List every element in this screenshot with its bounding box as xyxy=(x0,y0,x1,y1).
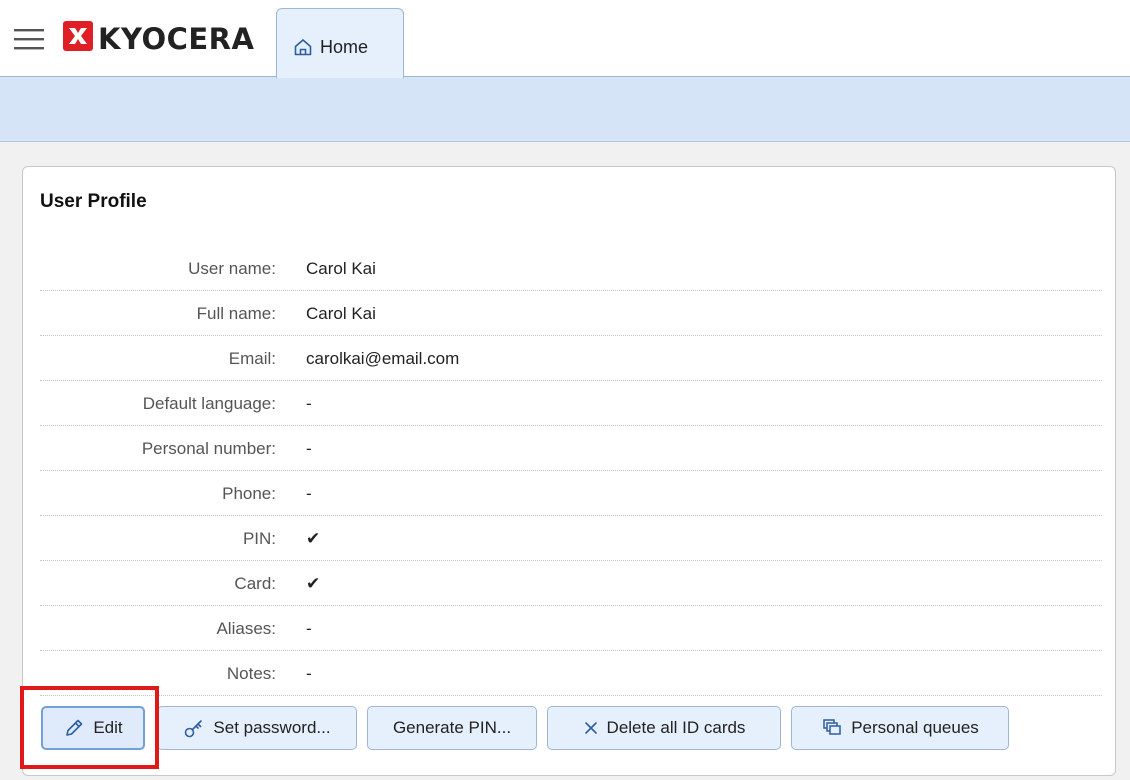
field-label: Email: xyxy=(228,349,276,368)
personal-queues-button-label: Personal queues xyxy=(851,718,979,737)
pin-check-icon: ✔ xyxy=(306,529,321,548)
panel-title: User Profile xyxy=(40,191,147,212)
field-value: carolkai@email.com xyxy=(306,349,460,368)
user-profile-panel: User Profile User name: Carol Kai Full n… xyxy=(22,166,1116,776)
field-label: Full name: xyxy=(196,304,276,323)
field-value: Carol Kai xyxy=(306,259,376,278)
field-value: - xyxy=(306,664,312,683)
generate-pin-button-label: Generate PIN... xyxy=(392,718,512,737)
field-row-phone: Phone: - xyxy=(40,471,1102,516)
field-row-user-name: User name: Carol Kai xyxy=(40,246,1102,291)
field-value: - xyxy=(306,484,312,503)
generate-pin-button[interactable]: Generate PIN... xyxy=(367,706,537,750)
field-value: - xyxy=(306,439,312,458)
field-label: Default language: xyxy=(142,394,276,413)
field-label: Phone: xyxy=(222,484,276,503)
delete-all-id-cards-button-label: Delete all ID cards xyxy=(606,718,746,737)
key-icon xyxy=(185,720,203,738)
edit-button-label: Edit xyxy=(93,718,123,737)
field-row-email: Email: carolkai@email.com xyxy=(40,336,1102,381)
field-row-card: Card: ✔ xyxy=(40,561,1102,606)
field-row-notes: Notes: - xyxy=(40,651,1102,696)
delete-all-id-cards-button[interactable]: Delete all ID cards xyxy=(547,706,781,750)
card-check-icon: ✔ xyxy=(306,574,321,593)
edit-button[interactable]: Edit xyxy=(41,706,145,750)
field-value: - xyxy=(306,394,312,413)
svg-text:KYOCERA: KYOCERA xyxy=(98,22,255,56)
set-password-button-label: Set password... xyxy=(213,718,331,737)
top-bar: KYOCERA Home xyxy=(0,0,1130,78)
field-label: Personal number: xyxy=(141,439,276,458)
field-label: Aliases: xyxy=(216,619,276,638)
pencil-icon xyxy=(66,719,83,736)
kyocera-mark-icon xyxy=(63,21,93,51)
field-label: Card: xyxy=(234,574,276,593)
field-row-aliases: Aliases: - xyxy=(40,606,1102,651)
field-value: - xyxy=(306,619,312,638)
home-icon xyxy=(294,39,312,56)
field-row-full-name: Full name: Carol Kai xyxy=(40,291,1102,336)
set-password-button[interactable]: Set password... xyxy=(157,706,357,750)
personal-queues-button[interactable]: Personal queues xyxy=(791,706,1009,750)
tab-home-label: Home xyxy=(320,37,369,57)
close-icon xyxy=(584,722,597,734)
tab-content-band xyxy=(0,76,1130,142)
field-label: User name: xyxy=(188,259,276,278)
field-row-default-language: Default language: - xyxy=(40,381,1102,426)
field-row-personal-number: Personal number: - xyxy=(40,426,1102,471)
hamburger-menu-icon[interactable] xyxy=(12,25,46,55)
queues-icon xyxy=(823,719,841,735)
kyocera-logo: KYOCERA xyxy=(60,16,260,56)
field-row-pin: PIN: ✔ xyxy=(40,516,1102,561)
tab-home[interactable]: Home xyxy=(276,8,404,78)
field-label: Notes: xyxy=(226,664,276,683)
field-label: PIN: xyxy=(242,529,276,548)
field-value: Carol Kai xyxy=(306,304,376,323)
